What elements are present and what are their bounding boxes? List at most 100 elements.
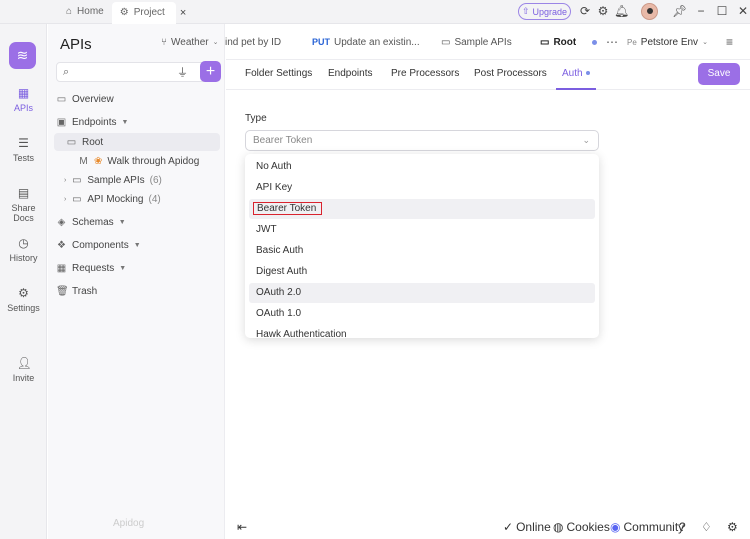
- option-api-key[interactable]: API Key: [249, 178, 595, 198]
- tree-item-sample-apis[interactable]: › ▭ Sample APIs (6): [64, 171, 214, 189]
- tree-item-endpoints[interactable]: ▣ Endpoints ▼: [56, 113, 219, 131]
- folder-icon: ▭: [540, 36, 550, 48]
- option-no-auth[interactable]: No Auth: [249, 157, 595, 177]
- close-window-icon[interactable]: ✕: [736, 4, 750, 18]
- discord-icon: ◉: [610, 520, 621, 534]
- app-logo: ≋: [9, 42, 36, 69]
- endpoints-icon: ▣: [56, 116, 67, 128]
- folder-icon: ▭: [66, 136, 77, 148]
- cookie-icon: ◍: [553, 520, 564, 534]
- option-jwt[interactable]: JWT: [249, 220, 595, 240]
- tree-item-trash[interactable]: 🗑︎ Trash: [56, 282, 219, 300]
- tree-item-walkthrough[interactable]: M ❀ Walk through Apidog: [78, 152, 218, 170]
- tree-label: Sample APIs: [87, 174, 145, 186]
- caret-down-icon: ▼: [121, 118, 129, 126]
- tab-sample-apis[interactable]: ▭ Sample APIs: [441, 24, 512, 60]
- tree-item-requests[interactable]: ▦ Requests ▼: [56, 259, 219, 277]
- rail-item-share-docs[interactable]: ▤ Share Docs: [0, 186, 47, 223]
- folder-icon: ▭: [72, 193, 82, 205]
- option-oauth-1[interactable]: OAuth 1.0: [249, 304, 595, 324]
- tree-item-root[interactable]: ▭ Root: [54, 133, 220, 151]
- tree-item-overview[interactable]: ▭ Overview: [56, 90, 219, 108]
- tab-find-pet[interactable]: ind pet by ID: [225, 24, 300, 60]
- option-oauth-2[interactable]: OAuth 2.0: [249, 283, 595, 303]
- maximize-icon[interactable]: ☐: [715, 4, 729, 18]
- rail-label: Settings: [7, 303, 40, 313]
- rail-item-apis[interactable]: ▦ APIs: [0, 86, 47, 113]
- filter-icon[interactable]: ⏚: [177, 64, 191, 79]
- option-bearer-token[interactable]: Bearer Token: [249, 199, 595, 219]
- add-button[interactable]: +: [200, 61, 221, 82]
- help-icon[interactable]: ?: [679, 520, 686, 534]
- settings-small-icon[interactable]: ⚙: [727, 520, 738, 534]
- tree-count: (4): [148, 193, 161, 205]
- online-status[interactable]: ✓ Online: [503, 520, 551, 534]
- tab-endpoints[interactable]: Endpoints: [328, 60, 372, 90]
- online-label: Online: [516, 520, 551, 534]
- auth-dot: [585, 71, 590, 76]
- tab-folder-settings[interactable]: Folder Settings: [245, 60, 312, 90]
- gear-icon[interactable]: ⚙: [596, 4, 610, 18]
- more-icon[interactable]: ⋯: [606, 24, 618, 60]
- tab-root[interactable]: ▭ Root: [540, 24, 576, 60]
- requests-icon: ▦: [56, 262, 67, 274]
- tree-label: API Mocking: [87, 193, 144, 205]
- bell-icon[interactable]: 🔔︎: [614, 4, 629, 18]
- tree-label: Components: [72, 239, 129, 251]
- tree-item-components[interactable]: ❖ Components ▼: [56, 236, 219, 254]
- tree-item-api-mocking[interactable]: › ▭ API Mocking (4): [64, 190, 214, 208]
- rail-label: Tests: [12, 153, 34, 163]
- tab-project[interactable]: ⚙ Project ×: [111, 1, 186, 24]
- tree-item-schemas[interactable]: ◈ Schemas ▼: [56, 213, 219, 231]
- tab-auth-label: Auth: [562, 68, 583, 79]
- rail-item-invite[interactable]: 👤︎ Invite: [0, 356, 47, 383]
- rail-label: APIs: [13, 103, 33, 113]
- rail-item-tests[interactable]: ☰ Tests: [0, 136, 47, 163]
- option-basic-auth[interactable]: Basic Auth: [249, 241, 595, 261]
- option-hawk-auth[interactable]: Hawk Authentication: [249, 325, 595, 338]
- rail-label: Invite: [12, 373, 35, 383]
- tab-auth[interactable]: Auth: [556, 60, 596, 90]
- tab-pre-processors[interactable]: Pre Processors: [391, 60, 459, 90]
- tab-update-label: Update an existin...: [334, 36, 420, 48]
- apidog-icon: ❀: [94, 155, 103, 167]
- tab-weather-label: Weather: [171, 36, 209, 48]
- tree-label: Trash: [72, 285, 98, 297]
- upgrade-button[interactable]: ⇧ Upgrade: [518, 3, 571, 20]
- menu-icon[interactable]: ≡: [726, 24, 733, 60]
- community-button[interactable]: ◉ Community: [610, 520, 684, 534]
- apis-icon: ▦: [17, 86, 30, 100]
- cookies-button[interactable]: ◍ Cookies: [553, 520, 610, 534]
- folder-icon: ▭: [441, 36, 451, 48]
- option-digest-auth[interactable]: Digest Auth: [249, 262, 595, 282]
- tab-weather[interactable]: ⑂ Weather ⌄: [161, 24, 219, 60]
- tree-count: (6): [149, 174, 162, 186]
- caret-down-icon: ▼: [119, 264, 127, 272]
- auth-type-select[interactable]: Bearer Token ⌄: [245, 130, 599, 151]
- tab-post-processors[interactable]: Post Processors: [474, 60, 547, 90]
- folder-icon: ▭: [72, 174, 82, 186]
- save-button[interactable]: Save: [698, 63, 740, 85]
- tab-update[interactable]: PUT Update an existin...: [312, 24, 424, 60]
- sync-icon[interactable]: ⟳: [578, 4, 592, 18]
- rail-label: History: [9, 253, 38, 263]
- rail-item-settings[interactable]: ⚙ Settings: [0, 286, 47, 313]
- caret-down-icon: ▼: [118, 218, 126, 226]
- rail-item-history[interactable]: ◷ History: [0, 236, 47, 263]
- pin-icon[interactable]: 📌︎: [672, 4, 687, 18]
- minimize-icon[interactable]: −: [694, 4, 708, 18]
- avatar[interactable]: [641, 3, 658, 20]
- history-icon: ◷: [18, 236, 29, 250]
- search-icon: ⌕: [63, 66, 70, 78]
- page-title: APIs: [60, 36, 92, 53]
- environment-select[interactable]: Pe Petstore Env ⌄: [627, 24, 708, 60]
- upgrade-label: Upgrade: [532, 6, 568, 17]
- tab-home[interactable]: ⌂ Home: [58, 2, 112, 22]
- tab-root-label: Root: [553, 36, 577, 48]
- shirt-icon[interactable]: ♢: [701, 520, 712, 534]
- chevron-right-icon: ›: [64, 195, 67, 203]
- close-tab-icon[interactable]: ×: [180, 7, 186, 19]
- collapse-sidebar-icon[interactable]: ⇤: [237, 520, 247, 534]
- type-label: Type: [245, 113, 267, 124]
- search-input[interactable]: ⌕: [56, 62, 219, 82]
